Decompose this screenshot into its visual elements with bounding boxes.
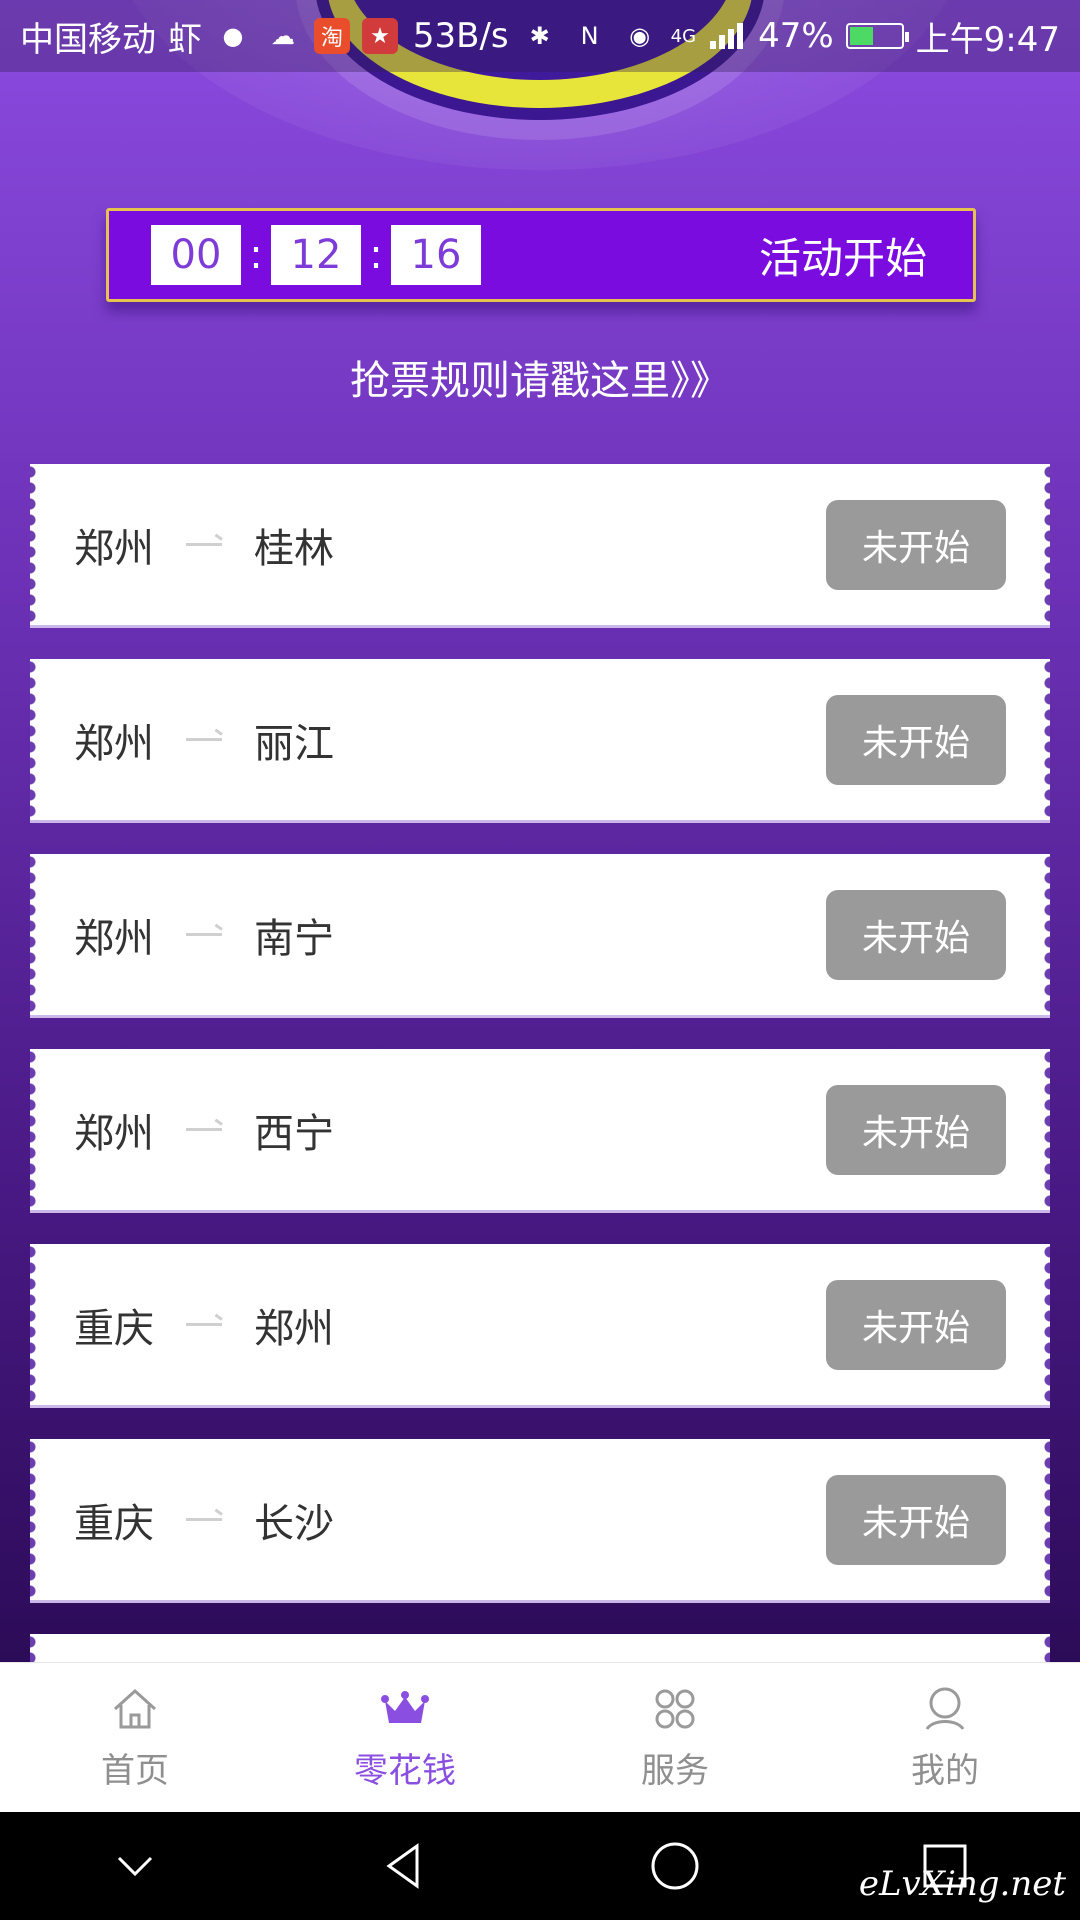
countdown-separator: :: [369, 232, 383, 278]
arrow-icon: [186, 1518, 222, 1521]
battery-level: [849, 27, 874, 45]
carrier-extra: 虾: [168, 19, 202, 60]
route-ticket: 郑州 丽江 未开始: [30, 659, 1050, 823]
clock: 上午9:47: [915, 19, 1060, 60]
network-speed: 53B/s: [412, 16, 509, 56]
countdown-seconds: 16: [391, 225, 481, 285]
route-destination: 丽江: [254, 720, 334, 767]
arrow-icon: [186, 1128, 222, 1131]
route-ticket-partial: [30, 1634, 1050, 1662]
tab-label: 服务: [641, 1751, 709, 1791]
route-ticket: 郑州 南宁 未开始: [30, 854, 1050, 1018]
status-bar: 中国移动 虾 ● ☁ 淘 ★ 53B/s ✱ N ◉ 4G 47% 上午9:47: [0, 0, 1080, 72]
arrow-icon: [186, 738, 222, 741]
battery-icon: [845, 23, 909, 49]
route-destination: 西宁: [254, 1110, 334, 1157]
route-list: 郑州 桂林 未开始 郑州 丽江 未开始 郑州 南宁 未开始 郑州 西宁 未开始 …: [30, 464, 1050, 1662]
route-origin: 重庆: [74, 1500, 154, 1547]
crown-icon: [381, 1691, 429, 1723]
route-origin: 郑州: [74, 720, 154, 767]
signal-icon: [710, 23, 744, 49]
route-status-button[interactable]: 未开始: [826, 889, 1006, 980]
route-status-button[interactable]: 未开始: [826, 694, 1006, 785]
route-destination: 南宁: [254, 915, 334, 962]
route-ticket: 重庆 长沙 未开始: [30, 1439, 1050, 1603]
grid-icon: [655, 1689, 695, 1729]
rules-link[interactable]: 抢票规则请戳这里》》: [0, 348, 1080, 406]
home-circle-icon[interactable]: [645, 1836, 705, 1896]
countdown-timer: 00 : 12 : 16 活动开始: [106, 208, 976, 302]
nfc-icon: N: [580, 22, 599, 50]
wechat-icon: ●: [222, 22, 244, 50]
route-origin: 重庆: [74, 1305, 154, 1352]
tab-services[interactable]: 服务: [540, 1663, 810, 1812]
arrow-icon: [186, 543, 222, 546]
home-icon: [113, 1688, 157, 1729]
tab-profile[interactable]: 我的: [810, 1663, 1080, 1812]
user-icon: [925, 1687, 965, 1730]
watermark: eLvXing.net: [858, 1864, 1066, 1904]
route-origin: 郑州: [74, 915, 154, 962]
route-ticket: 郑州 桂林 未开始: [30, 464, 1050, 628]
tab-label: 首页: [101, 1751, 169, 1791]
carrier-name: 中国移动: [20, 19, 156, 60]
route-status-button[interactable]: 未开始: [826, 1279, 1006, 1370]
countdown-label: 活动开始: [758, 233, 927, 283]
route-status-button[interactable]: 未开始: [826, 1474, 1006, 1565]
tab-label: 零花钱: [354, 1751, 456, 1791]
tab-label: 我的: [911, 1751, 979, 1791]
page-background: 中国移动 虾 ● ☁ 淘 ★ 53B/s ✱ N ◉ 4G 47% 上午9:47…: [0, 0, 1080, 1662]
arrow-icon: [186, 1323, 222, 1326]
route-origin: 郑州: [74, 1110, 154, 1157]
route-status-button[interactable]: 未开始: [826, 1084, 1006, 1175]
eye-icon: ◉: [629, 22, 651, 50]
cloud-icon: ☁: [271, 22, 295, 50]
back-icon[interactable]: [375, 1836, 435, 1896]
route-destination: 桂林: [254, 525, 334, 572]
countdown-minutes: 12: [271, 225, 361, 285]
network-type: 4G: [670, 25, 697, 47]
tab-pocket-money[interactable]: 零花钱: [270, 1663, 540, 1812]
route-ticket: 郑州 西宁 未开始: [30, 1049, 1050, 1213]
countdown-hours: 00: [151, 225, 241, 285]
arrow-icon: [186, 933, 222, 936]
chevron-down-icon[interactable]: [105, 1836, 165, 1896]
taobao-icon: 淘: [314, 18, 350, 54]
bottom-tab-bar: 首页 零花钱 服务 我的: [0, 1662, 1080, 1812]
route-status-button[interactable]: 未开始: [826, 499, 1006, 590]
tab-home[interactable]: 首页: [0, 1663, 270, 1812]
route-origin: 郑州: [74, 525, 154, 572]
countdown-separator: :: [249, 232, 263, 278]
route-ticket: 重庆 郑州 未开始: [30, 1244, 1050, 1408]
route-destination: 郑州: [254, 1305, 334, 1352]
battery-percent: 47%: [758, 16, 834, 56]
route-destination: 长沙: [254, 1500, 334, 1547]
bluetooth-icon: ✱: [529, 22, 550, 50]
app-notification-icon: ★: [362, 18, 398, 54]
